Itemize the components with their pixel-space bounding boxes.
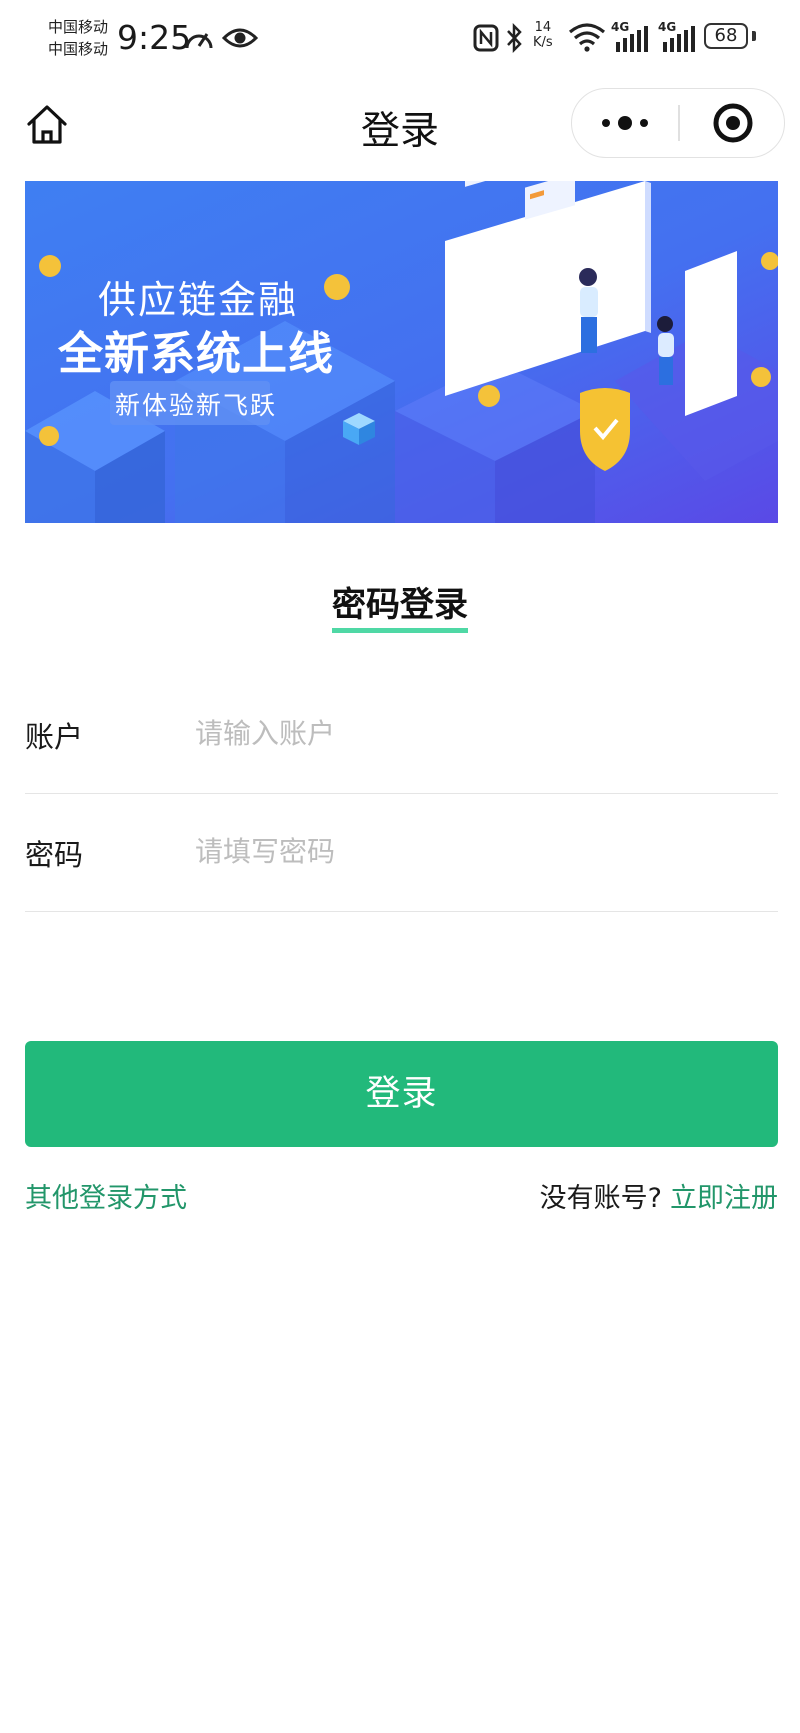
account-input[interactable]	[195, 706, 765, 760]
banner-headline-1: 供应链金融	[98, 278, 299, 322]
mini-program-capsule	[571, 88, 785, 158]
password-input[interactable]	[195, 824, 765, 878]
banner-subtitle: 新体验新飞跃	[115, 391, 278, 420]
net-speed-unit: K/s	[533, 35, 553, 50]
nav-bar: 登录	[0, 84, 800, 164]
register-link[interactable]: 立即注册	[670, 1183, 778, 1214]
battery-tip	[752, 31, 756, 41]
banner-headline-2: 全新系统上线	[58, 327, 335, 380]
net-speed: 14 K/s	[533, 20, 553, 50]
speedometer-icon	[185, 33, 213, 49]
password-row: 密码	[25, 794, 778, 912]
account-row: 账户	[25, 676, 778, 794]
other-login-link[interactable]: 其他登录方式	[25, 1176, 187, 1215]
clock: 9:25	[117, 18, 192, 57]
tab-label: 密码登录	[332, 584, 468, 633]
account-label: 账户	[25, 720, 84, 754]
bluetooth-icon	[507, 22, 522, 54]
more-dots-icon[interactable]	[572, 89, 678, 157]
password-login-tab[interactable]: 密码登录	[0, 584, 800, 633]
login-button[interactable]: 登录	[25, 1041, 778, 1147]
net-speed-value: 14	[534, 20, 552, 35]
promo-banner[interactable]: 供应链金融 全新系统上线 新体验新飞跃	[25, 181, 778, 523]
carrier-1: 中国移动	[48, 18, 109, 36]
nfc-icon	[473, 24, 499, 52]
target-close-icon[interactable]	[680, 89, 786, 157]
carrier-info: 中国移动 中国移动	[48, 16, 108, 60]
password-label: 密码	[25, 838, 84, 872]
cellular-signal-icon	[663, 26, 695, 52]
register-prompt: 没有账号? 立即注册	[540, 1176, 778, 1215]
carrier-2: 中国移动	[48, 40, 109, 58]
wifi-icon	[568, 23, 606, 52]
eye-icon	[222, 28, 258, 48]
home-icon[interactable]	[24, 102, 70, 148]
status-bar: 中国移动 中国移动 9:25 14 K/s 4G 4G 68	[0, 0, 800, 80]
battery-icon: 68	[704, 23, 748, 49]
cellular-signal-icon	[616, 26, 648, 52]
no-account-text: 没有账号?	[539, 1183, 662, 1214]
